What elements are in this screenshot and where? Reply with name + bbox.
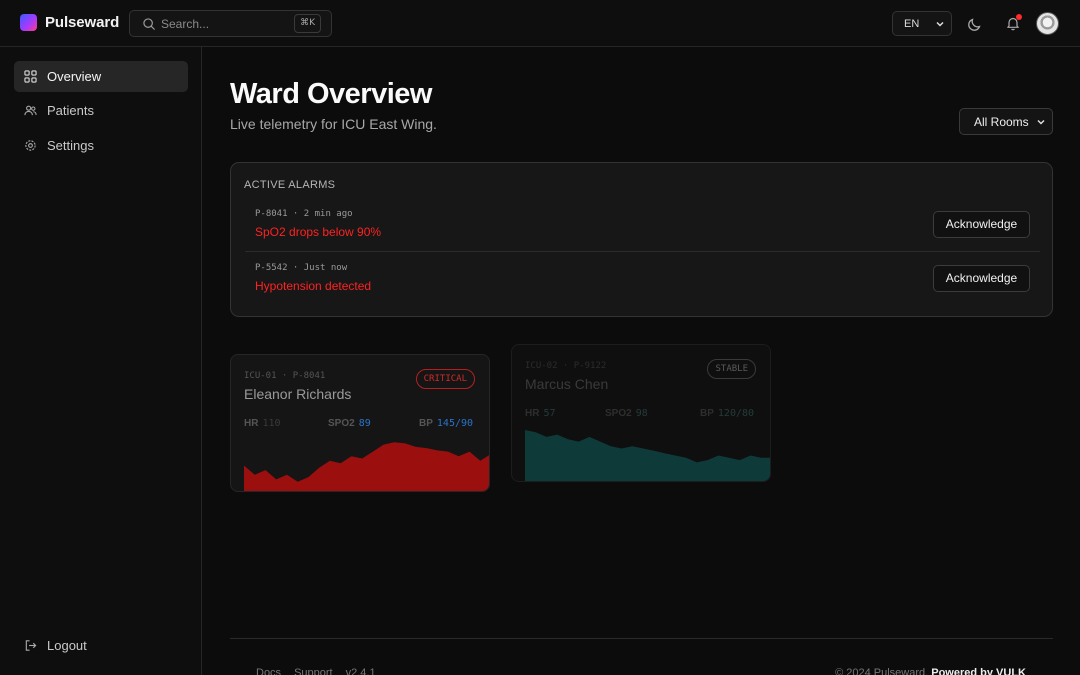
- acknowledge-button[interactable]: Acknowledge: [933, 211, 1030, 238]
- alarm-message: Hypotension detected: [255, 279, 372, 293]
- vital-label: SPO2: [605, 408, 632, 419]
- search-input[interactable]: Search... ⌘K: [129, 10, 332, 37]
- sidebar: Overview Patients Settings Logout: [0, 47, 202, 675]
- status-badge: CRITICAL: [415, 369, 475, 389]
- language-value: EN: [904, 18, 920, 30]
- search-icon: [143, 18, 155, 30]
- chevron-down-icon: [1037, 119, 1045, 125]
- footer-links: Docs Support v2.4.1: [256, 667, 376, 675]
- sparkline-area: [244, 442, 489, 491]
- brand[interactable]: Pulseward: [20, 14, 119, 31]
- grid-icon: [24, 70, 37, 83]
- status-badge: STABLE: [707, 359, 756, 379]
- patient-meta: ICU-01 · P-8041: [244, 371, 326, 381]
- vital-label: BP: [419, 418, 433, 429]
- room-filter-value: All Rooms: [974, 115, 1029, 129]
- vital-value: 110: [262, 418, 281, 429]
- vital-spo2: SPO2 98: [605, 408, 648, 419]
- acknowledge-button[interactable]: Acknowledge: [933, 265, 1030, 292]
- page-title: Ward Overview: [230, 78, 432, 110]
- logout-label: Logout: [47, 638, 87, 653]
- sparkline-area: [525, 430, 770, 481]
- footer-version: v2.4.1: [345, 667, 376, 675]
- sidebar-item-settings[interactable]: Settings: [14, 130, 188, 161]
- copyright-text: © 2024 Pulseward.: [835, 667, 929, 675]
- vital-value: 145/90: [436, 418, 474, 429]
- search-shortcut-hint: ⌘K: [294, 14, 321, 33]
- trend-sparkline: [525, 430, 770, 481]
- avatar[interactable]: [1036, 12, 1059, 35]
- vital-spo2: SPO2 89: [328, 418, 371, 429]
- alarm-message: SpO2 drops below 90%: [255, 225, 382, 239]
- alarm-row: P-5542 · Just now Hypotension detected A…: [245, 253, 1040, 306]
- vital-value: 89: [358, 418, 371, 429]
- users-icon: [24, 105, 37, 116]
- sidebar-item-overview[interactable]: Overview: [14, 61, 188, 92]
- footer-link-docs[interactable]: Docs: [256, 667, 281, 675]
- patient-card[interactable]: ICU-02 · P-9122 Marcus Chen STABLE HR 57 …: [511, 344, 771, 482]
- powered-by-link[interactable]: Powered by VULK: [931, 667, 1026, 675]
- vital-bp: BP 145/90: [419, 418, 473, 429]
- vital-label: HR: [244, 418, 259, 429]
- alarm-row: P-8041 · 2 min ago SpO2 drops below 90% …: [245, 199, 1040, 252]
- patient-name: Marcus Chen: [525, 376, 609, 392]
- sidebar-item-label: Overview: [47, 69, 102, 84]
- vital-value: 98: [635, 408, 648, 419]
- vital-label: SPO2: [328, 418, 355, 429]
- logout-button[interactable]: Logout: [14, 630, 188, 661]
- vital-hr: HR 57: [525, 408, 556, 419]
- vital-label: BP: [700, 408, 714, 419]
- gear-icon: [25, 140, 36, 151]
- alarm-meta: P-5542 · Just now: [255, 263, 348, 273]
- top-bar: Pulseward Search... ⌘K EN: [0, 0, 1080, 47]
- vital-label: HR: [525, 408, 540, 419]
- sidebar-item-label: Patients: [47, 103, 94, 118]
- chevron-down-icon: [936, 21, 944, 27]
- vital-hr: HR 110: [244, 418, 281, 429]
- page-subtitle: Live telemetry for ICU East Wing.: [230, 116, 437, 132]
- notification-dot: [1016, 14, 1022, 20]
- footer-copyright: © 2024 Pulseward. Powered by VULK: [835, 667, 1026, 675]
- search-placeholder: Search...: [161, 17, 210, 31]
- vital-value: 120/80: [717, 408, 755, 419]
- moon-icon[interactable]: [967, 16, 983, 32]
- sidebar-item-patients[interactable]: Patients: [14, 95, 188, 126]
- patient-meta: ICU-02 · P-9122: [525, 361, 607, 371]
- logout-icon: [25, 640, 37, 651]
- alarm-meta: P-8041 · 2 min ago: [255, 209, 353, 219]
- footer-divider: [230, 638, 1053, 639]
- language-select[interactable]: EN: [892, 11, 952, 36]
- sidebar-item-label: Settings: [47, 138, 94, 153]
- active-alarms-panel: ACTIVE ALARMS P-8041 · 2 min ago SpO2 dr…: [230, 162, 1053, 317]
- footer-link-support[interactable]: Support: [294, 667, 333, 675]
- vital-bp: BP 120/80: [700, 408, 754, 419]
- patient-card[interactable]: ICU-01 · P-8041 Eleanor Richards CRITICA…: [230, 354, 490, 492]
- trend-sparkline: [244, 442, 489, 491]
- vital-value: 57: [543, 408, 556, 419]
- room-filter-select[interactable]: All Rooms: [959, 108, 1053, 135]
- alarms-heading: ACTIVE ALARMS: [244, 179, 336, 191]
- brand-name: Pulseward: [45, 14, 120, 31]
- brand-logo-icon: [20, 14, 37, 31]
- patient-name: Eleanor Richards: [244, 386, 352, 402]
